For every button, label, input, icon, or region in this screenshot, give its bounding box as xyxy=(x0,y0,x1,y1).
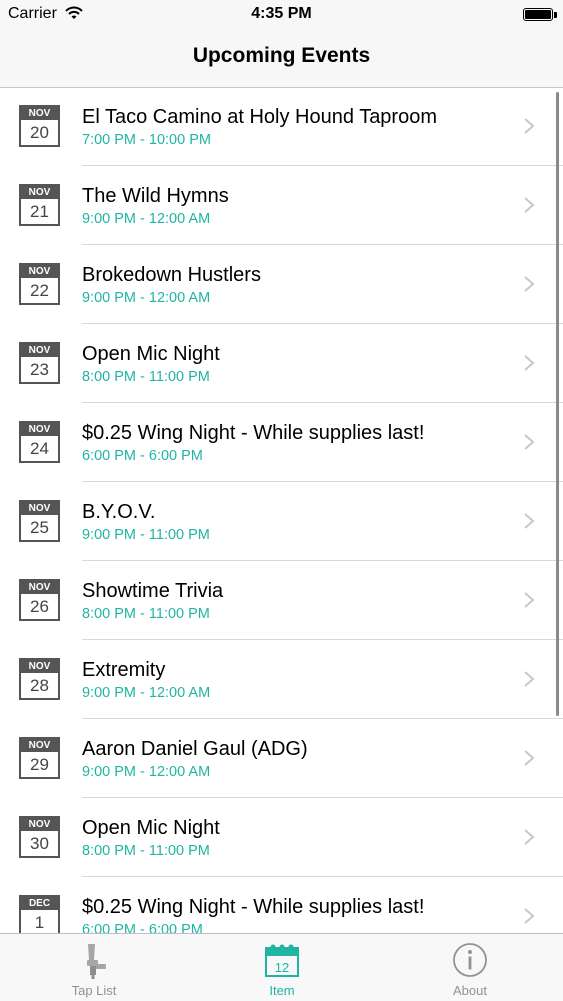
calendar-date-icon: NOV 21 xyxy=(19,184,60,226)
event-row[interactable]: NOV 20 El Taco Camino at Holy Hound Taproo… xyxy=(0,87,563,166)
event-title: Open Mic Night xyxy=(82,343,220,365)
event-time: 9:00 PM - 12:00 AM xyxy=(82,764,211,780)
event-time: 8:00 PM - 11:00 PM xyxy=(82,369,210,385)
event-time: 9:00 PM - 12:00 AM xyxy=(82,211,211,227)
event-title: El Taco Camino at Holy Hound Taproom xyxy=(82,106,437,128)
calendar-date-icon: NOV 22 xyxy=(19,263,60,305)
events-list[interactable]: NOV 20 El Taco Camino at Holy Hound Taproo… xyxy=(0,87,563,933)
calendar-icon: 12 xyxy=(264,942,300,983)
event-time: 7:00 PM - 10:00 PM xyxy=(82,132,211,148)
event-day: 20 xyxy=(30,123,49,142)
tab-label: Tap List xyxy=(71,983,117,998)
event-title: The Wild Hymns xyxy=(82,185,229,207)
event-title: $0.25 Wing Night - While supplies last! xyxy=(82,896,425,918)
chevron-right-icon xyxy=(522,354,536,372)
event-month: NOV xyxy=(21,502,58,515)
event-month: NOV xyxy=(21,660,58,673)
event-row[interactable]: NOV 21 The Wild Hymns 9:00 PM - 12:00 AM xyxy=(0,166,563,245)
calendar-date-icon: NOV 28 xyxy=(19,658,60,700)
event-month: NOV xyxy=(21,344,58,357)
calendar-date-icon: NOV 24 xyxy=(19,421,60,463)
calendar-date-icon: NOV 30 xyxy=(19,816,60,858)
status-bar: Carrier 4:35 PM xyxy=(0,0,563,30)
event-day: 24 xyxy=(30,439,49,458)
chevron-right-icon xyxy=(522,512,536,530)
tab-tap-list[interactable]: Tap List xyxy=(0,934,188,1001)
battery-icon xyxy=(523,8,553,21)
status-time: 4:35 PM xyxy=(251,5,312,22)
event-row[interactable]: NOV 26 Showtime Trivia 8:00 PM - 11:00 PM xyxy=(0,561,563,640)
chevron-right-icon xyxy=(522,907,536,925)
event-day: 29 xyxy=(30,755,49,774)
event-row[interactable]: NOV 28 Extremity 9:00 PM - 12:00 AM xyxy=(0,640,563,719)
tab-label: About xyxy=(453,983,487,998)
event-title: $0.25 Wing Night - While supplies last! xyxy=(82,422,425,444)
event-day: 21 xyxy=(30,202,49,221)
event-time: 8:00 PM - 11:00 PM xyxy=(82,606,210,622)
event-row[interactable]: NOV 30 Open Mic Night 8:00 PM - 11:00 PM xyxy=(0,798,563,877)
chevron-right-icon xyxy=(522,433,536,451)
event-row[interactable]: NOV 23 Open Mic Night 8:00 PM - 11:00 PM xyxy=(0,324,563,403)
event-month: NOV xyxy=(21,107,58,120)
event-title: Showtime Trivia xyxy=(82,580,224,602)
event-month: NOV xyxy=(21,423,58,436)
event-day: 28 xyxy=(30,676,49,695)
event-month: NOV xyxy=(21,265,58,278)
event-title: Brokedown Hustlers xyxy=(82,264,261,286)
calendar-date-icon: NOV 23 xyxy=(19,342,60,384)
chevron-right-icon xyxy=(522,196,536,214)
event-time: 6:00 PM - 6:00 PM xyxy=(82,922,203,933)
event-time: 6:00 PM - 6:00 PM xyxy=(82,448,203,464)
calendar-badge: 12 xyxy=(275,960,289,975)
event-title: B.Y.O.V. xyxy=(82,501,156,523)
chevron-right-icon xyxy=(522,275,536,293)
event-row[interactable]: NOV 29 Aaron Daniel Gaul (ADG) 9:00 PM - 12… xyxy=(0,719,563,798)
event-month: NOV xyxy=(21,581,58,594)
calendar-date-icon: NOV 29 xyxy=(19,737,60,779)
scroll-indicator[interactable] xyxy=(556,92,559,716)
event-title: Extremity xyxy=(82,659,166,681)
event-time: 9:00 PM - 12:00 AM xyxy=(82,685,211,701)
navigation-bar: Upcoming Events xyxy=(0,30,563,88)
tab-about[interactable]: About xyxy=(376,934,563,1001)
chevron-right-icon xyxy=(522,591,536,609)
event-title: Aaron Daniel Gaul (ADG) xyxy=(82,738,308,760)
calendar-date-icon: NOV 25 xyxy=(19,500,60,542)
tab-item[interactable]: 12 Item xyxy=(188,934,376,1001)
chevron-right-icon xyxy=(522,828,536,846)
event-title: Open Mic Night xyxy=(82,817,220,839)
event-day: 23 xyxy=(30,360,49,379)
event-time: 9:00 PM - 12:00 AM xyxy=(82,290,211,306)
event-time: 8:00 PM - 11:00 PM xyxy=(82,843,210,859)
event-day: 26 xyxy=(30,597,49,616)
info-icon xyxy=(452,942,488,983)
calendar-date-icon: NOV 20 xyxy=(19,105,60,147)
tab-label: Item xyxy=(269,983,295,998)
battery-tip xyxy=(554,12,557,18)
event-row[interactable]: NOV 25 B.Y.O.V. 9:00 PM - 11:00 PM xyxy=(0,482,563,561)
event-month: NOV xyxy=(21,739,58,752)
beer-tap-icon xyxy=(79,942,109,985)
event-day: 1 xyxy=(34,913,45,932)
chevron-right-icon xyxy=(522,749,536,767)
calendar-date-icon: NOV 26 xyxy=(19,579,60,621)
event-day: 30 xyxy=(30,834,49,853)
event-month: NOV xyxy=(21,186,58,199)
event-month: NOV xyxy=(21,818,58,831)
event-row[interactable]: NOV 24 $0.25 Wing Night - While supplies l… xyxy=(0,403,563,482)
calendar-date-icon: DEC 1 xyxy=(19,895,60,933)
tab-bar: Tap List 12 Item About xyxy=(0,933,563,1001)
event-day: 25 xyxy=(30,518,49,537)
chevron-right-icon xyxy=(522,117,536,135)
chevron-right-icon xyxy=(522,670,536,688)
event-time: 9:00 PM - 11:00 PM xyxy=(82,527,210,543)
event-day: 22 xyxy=(30,281,49,300)
event-row[interactable]: NOV 22 Brokedown Hustlers 9:00 PM - 12:00 A… xyxy=(0,245,563,324)
page-title: Upcoming Events xyxy=(192,44,371,67)
event-month: DEC xyxy=(21,897,58,910)
event-row[interactable]: DEC 1 $0.25 Wing Night - While supplies la… xyxy=(0,877,563,933)
